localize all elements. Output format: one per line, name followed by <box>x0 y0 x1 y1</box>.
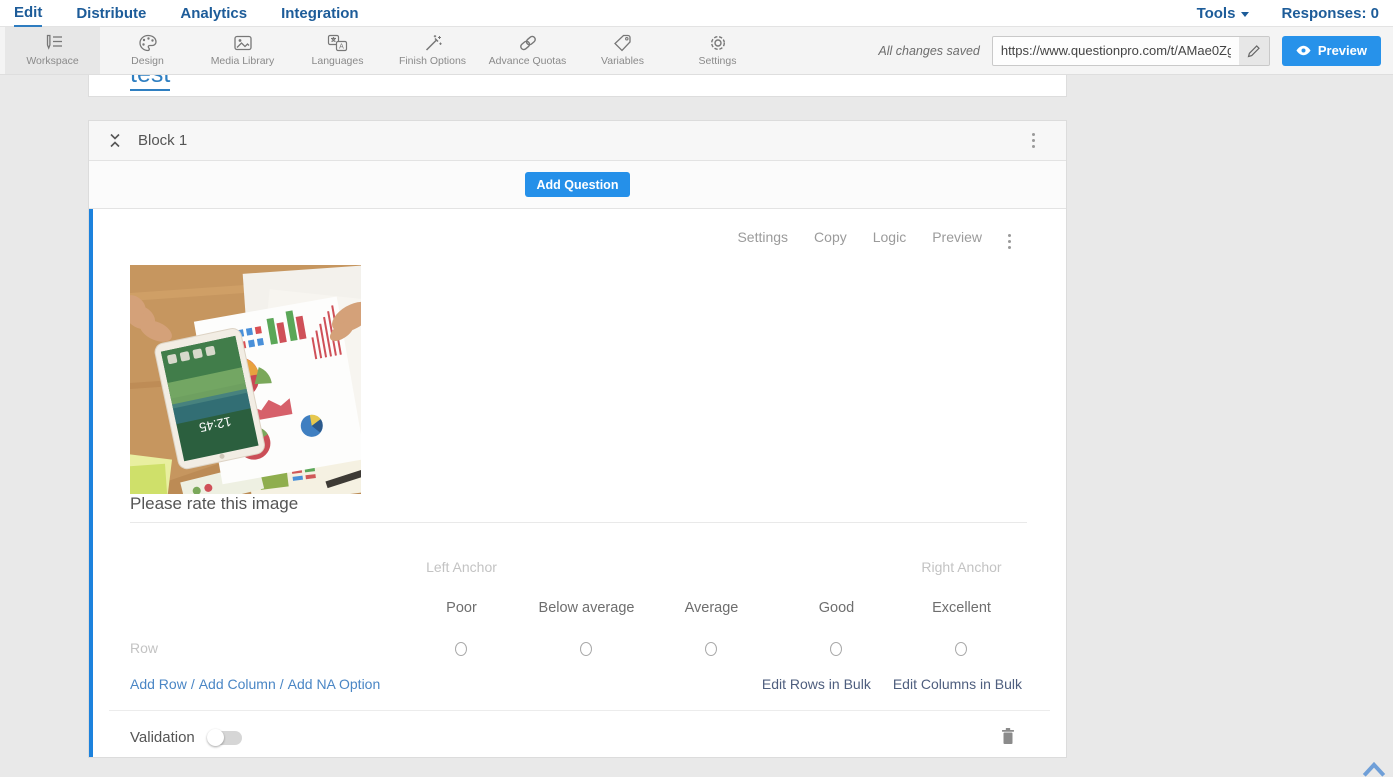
row-label-placeholder[interactable]: Row <box>130 640 158 656</box>
column-label-poor[interactable]: Poor <box>399 600 524 616</box>
svg-text:A: A <box>339 44 344 51</box>
survey-url-input[interactable] <box>993 37 1239 65</box>
chevron-up-icon <box>1364 765 1384 776</box>
top-nav: Edit Distribute Analytics Integration To… <box>0 0 1393 27</box>
chevron-down-icon <box>1241 12 1249 17</box>
validation-toggle[interactable] <box>208 731 242 745</box>
nav-analytics[interactable]: Analytics <box>180 1 247 26</box>
delete-question-button[interactable] <box>1000 727 1016 745</box>
add-question-strip: Add Question <box>89 161 1066 209</box>
block-menu-button[interactable] <box>1029 130 1038 151</box>
question-logic-link[interactable]: Logic <box>873 229 906 245</box>
toolbar-tab-design[interactable]: Design <box>100 27 195 74</box>
add-row-link[interactable]: Add Row <box>130 676 187 692</box>
rating-radio-2[interactable] <box>580 642 592 656</box>
rating-radio-3[interactable] <box>705 642 717 656</box>
nav-edit[interactable]: Edit <box>14 0 42 27</box>
toolbar-tab-settings[interactable]: Settings <box>670 27 765 74</box>
workspace-icon <box>42 34 64 52</box>
column-label-good[interactable]: Good <box>774 600 899 616</box>
add-na-option-link[interactable]: Add NA Option <box>288 676 381 692</box>
languages-icon: A <box>327 34 348 52</box>
toolbar-tab-variables[interactable]: Variables <box>575 27 670 74</box>
tools-label: Tools <box>1197 5 1236 22</box>
block-title: Block 1 <box>138 132 187 149</box>
editor-toolbar: Workspace Design Media Library <box>0 27 1393 75</box>
save-status: All changes saved <box>878 44 979 58</box>
question-card: Settings Copy Logic Preview <box>89 209 1066 757</box>
question-text-underline <box>130 522 1027 523</box>
edit-columns-in-bulk-link[interactable]: Edit Columns in Bulk <box>893 676 1022 692</box>
left-anchor-placeholder[interactable]: Left Anchor <box>399 559 524 575</box>
responses-counter[interactable]: Responses: 0 <box>1281 5 1379 22</box>
settings-icon <box>708 34 728 52</box>
validation-row: Validation <box>130 729 242 746</box>
toolbar-tab-workspace[interactable]: Workspace <box>5 27 100 74</box>
add-column-link[interactable]: Add Column <box>199 676 276 692</box>
link-separator: / <box>276 676 288 692</box>
nav-distribute[interactable]: Distribute <box>76 1 146 26</box>
toolbar-tab-label: Languages <box>312 55 364 67</box>
tools-menu[interactable]: Tools <box>1197 5 1250 22</box>
question-text[interactable]: Please rate this image <box>130 494 298 514</box>
rating-radio-4[interactable] <box>830 642 842 656</box>
toolbar-tab-label: Advance Quotas <box>489 55 567 67</box>
link-separator: / <box>187 676 199 692</box>
advance-quotas-icon <box>517 34 539 52</box>
toolbar-tab-label: Finish Options <box>399 55 466 67</box>
question-image[interactable]: 55% 12:45 <box>130 265 361 494</box>
block-panel: Block 1 Add Question Settings Copy Logic… <box>88 120 1067 758</box>
question-actions: Settings Copy Logic Preview <box>737 229 982 245</box>
media-library-icon <box>233 34 253 52</box>
collapse-block-icon[interactable] <box>109 132 121 149</box>
rating-radio-1[interactable] <box>455 642 467 656</box>
question-footer-divider <box>109 710 1050 711</box>
column-label-below-average[interactable]: Below average <box>524 600 649 616</box>
toolbar-tab-label: Settings <box>699 55 737 67</box>
variables-icon <box>613 34 633 52</box>
block-header: Block 1 <box>89 121 1066 161</box>
survey-url-field <box>992 36 1270 66</box>
question-preview-link[interactable]: Preview <box>932 229 982 245</box>
toolbar-tab-languages[interactable]: A Languages <box>290 27 385 74</box>
question-copy-link[interactable]: Copy <box>814 229 847 245</box>
toolbar-tab-media-library[interactable]: Media Library <box>195 27 290 74</box>
pencil-icon <box>1247 44 1261 58</box>
column-label-average[interactable]: Average <box>649 600 774 616</box>
eye-icon <box>1296 45 1311 56</box>
preview-button-label: Preview <box>1318 43 1367 58</box>
toolbar-tab-label: Design <box>131 55 164 67</box>
design-icon <box>138 34 158 52</box>
toolbar-tab-label: Variables <box>601 55 644 67</box>
survey-title-panel: test <box>88 75 1067 97</box>
trash-icon <box>1002 728 1014 744</box>
toolbar-tab-label: Media Library <box>211 55 275 67</box>
question-settings-link[interactable]: Settings <box>737 229 788 245</box>
add-question-button[interactable]: Add Question <box>525 172 631 197</box>
question-menu-button[interactable] <box>1005 231 1014 252</box>
finish-options-icon <box>423 34 443 52</box>
right-anchor-placeholder[interactable]: Right Anchor <box>899 559 1024 575</box>
column-label-excellent[interactable]: Excellent <box>899 600 1024 616</box>
edit-rows-in-bulk-link[interactable]: Edit Rows in Bulk <box>762 676 871 692</box>
question-edit-links: Add Row/Add Column/Add NA Option <box>130 676 380 692</box>
validation-label: Validation <box>130 729 195 746</box>
preview-button[interactable]: Preview <box>1282 36 1381 66</box>
toolbar-tab-label: Workspace <box>26 55 78 67</box>
edit-url-button[interactable] <box>1239 37 1269 65</box>
nav-integration[interactable]: Integration <box>281 1 359 26</box>
rating-radio-5[interactable] <box>955 642 967 656</box>
scroll-to-top-button[interactable] <box>1361 759 1387 777</box>
bulk-edit-links: Edit Rows in Bulk Edit Columns in Bulk <box>762 676 1022 692</box>
toolbar-tab-advance-quotas[interactable]: Advance Quotas <box>480 27 575 74</box>
toolbar-tab-finish-options[interactable]: Finish Options <box>385 27 480 74</box>
survey-title[interactable]: test <box>130 75 170 91</box>
